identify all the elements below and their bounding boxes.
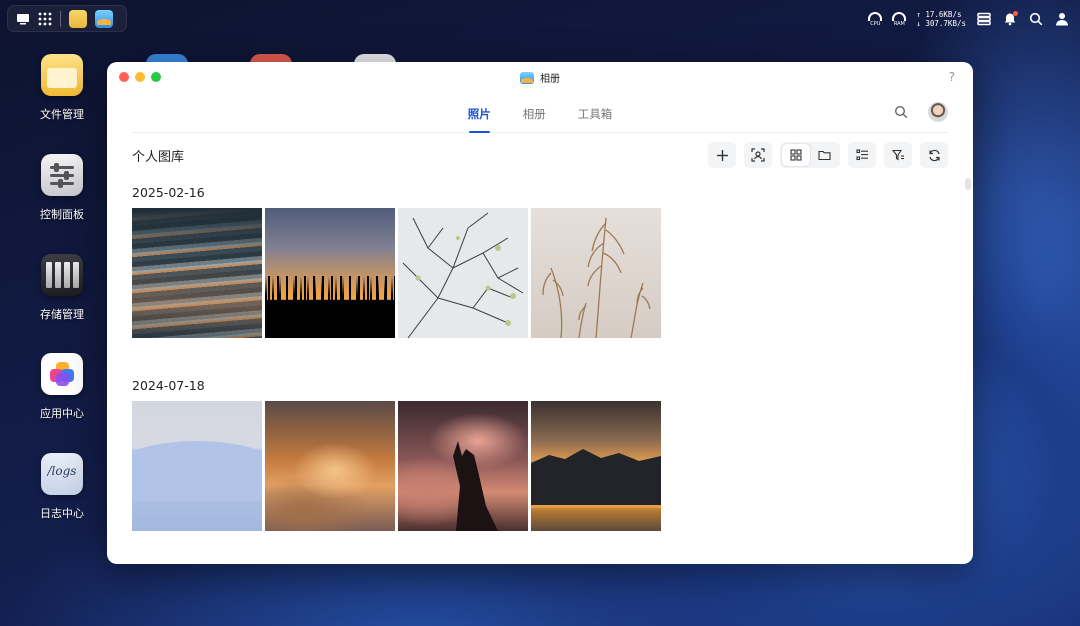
photo-row bbox=[132, 208, 661, 338]
network-speed[interactable]: ↑ 17.6KB/s ↓ 307.7KB/s bbox=[916, 10, 966, 28]
desktop-icon-control-panel[interactable]: 控制面板 bbox=[27, 154, 97, 222]
scrollbar[interactable] bbox=[965, 178, 971, 190]
desktop-icon-label: 文件管理 bbox=[40, 108, 84, 121]
desktop-icon-file-manager[interactable]: 文件管理 bbox=[27, 54, 97, 122]
photos-app-icon bbox=[520, 71, 534, 84]
app-grid-icon[interactable] bbox=[38, 12, 52, 26]
window-titlebar[interactable]: 相册 ? bbox=[107, 62, 973, 93]
date-header: 2024-07-18 bbox=[132, 378, 205, 393]
desktop-icon-log-center[interactable]: /logs 日志中心 bbox=[27, 453, 97, 521]
grid-view-icon[interactable] bbox=[782, 144, 810, 166]
taskbar-file-manager-icon[interactable] bbox=[69, 9, 87, 28]
desktop-icon-label: 控制面板 bbox=[40, 208, 84, 221]
sliders-icon bbox=[41, 154, 83, 196]
download-speed: ↓ 307.7KB/s bbox=[916, 19, 966, 28]
search-icon[interactable] bbox=[894, 105, 908, 119]
photo-thumbnail[interactable] bbox=[531, 208, 661, 338]
tab-photos[interactable]: 照片 bbox=[468, 93, 491, 133]
header-actions bbox=[894, 102, 948, 122]
refresh-icon[interactable] bbox=[920, 142, 948, 168]
list-options-icon[interactable] bbox=[848, 142, 876, 168]
folder-view-icon[interactable] bbox=[810, 144, 838, 166]
search-icon[interactable] bbox=[1028, 11, 1044, 27]
tab-toolbox[interactable]: 工具箱 bbox=[578, 93, 613, 133]
library-title: 个人图库 bbox=[132, 149, 185, 165]
notification-dot bbox=[1013, 11, 1018, 16]
tab-albums[interactable]: 相册 bbox=[523, 93, 546, 133]
logs-icon: /logs bbox=[41, 453, 83, 495]
desktop-icon-label: 日志中心 bbox=[40, 507, 84, 520]
desktop-icon-app-center[interactable]: 应用中心 bbox=[27, 353, 97, 421]
help-button[interactable]: ? bbox=[949, 70, 955, 84]
cpu-gauge-icon bbox=[868, 11, 883, 21]
tabs-bar: 照片 相册 工具箱 bbox=[132, 93, 948, 133]
ram-label: RAM bbox=[893, 20, 905, 27]
window-title-text: 相册 bbox=[540, 74, 560, 85]
view-mode-toggle bbox=[780, 142, 840, 168]
system-tray: CPU RAM ↑ 17.6KB/s ↓ 307.7KB/s bbox=[868, 8, 1070, 30]
face-recognition-button[interactable] bbox=[744, 142, 772, 168]
upload-speed: ↑ 17.6KB/s bbox=[916, 10, 962, 19]
photo-thumbnail[interactable] bbox=[398, 208, 528, 338]
notification-bell-icon[interactable] bbox=[1002, 11, 1018, 27]
ram-gauge[interactable]: RAM bbox=[892, 11, 907, 27]
photo-thumbnail[interactable] bbox=[132, 208, 262, 338]
desktop-icon[interactable] bbox=[16, 13, 30, 25]
photos-window: 相册 ? 照片 相册 工具箱 个人图库 2025-02-16 2024-07-1… bbox=[107, 62, 973, 564]
desktop-icon-storage[interactable]: 存储管理 bbox=[27, 254, 97, 322]
library-toolbar bbox=[708, 142, 948, 168]
photo-thumbnail[interactable] bbox=[398, 401, 528, 531]
library-header: 个人图库 bbox=[132, 142, 948, 168]
folder-icon bbox=[41, 54, 83, 96]
maximize-button[interactable] bbox=[151, 72, 161, 82]
photo-thumbnail[interactable] bbox=[132, 401, 262, 531]
taskbar-photos-icon[interactable] bbox=[95, 9, 113, 28]
app-center-icon bbox=[41, 353, 83, 395]
add-button[interactable] bbox=[708, 142, 736, 168]
storage-drives-icon bbox=[41, 254, 83, 296]
cpu-gauge[interactable]: CPU bbox=[868, 11, 883, 27]
logs-icon-text: /logs bbox=[47, 463, 77, 478]
window-title: 相册 bbox=[520, 70, 560, 85]
close-button[interactable] bbox=[119, 72, 129, 82]
user-icon[interactable] bbox=[1054, 11, 1070, 27]
photo-row bbox=[132, 401, 661, 531]
window-controls bbox=[119, 72, 161, 82]
ram-gauge-icon bbox=[892, 11, 907, 21]
cpu-label: CPU bbox=[870, 20, 881, 27]
minimize-button[interactable] bbox=[135, 72, 145, 82]
date-header: 2025-02-16 bbox=[132, 185, 205, 200]
desktop-icon-label: 应用中心 bbox=[40, 407, 84, 420]
filter-icon[interactable] bbox=[884, 142, 912, 168]
taskbar bbox=[7, 5, 127, 32]
taskbar-separator bbox=[60, 10, 61, 27]
photo-thumbnail[interactable] bbox=[531, 401, 661, 531]
photo-thumbnail[interactable] bbox=[265, 401, 395, 531]
task-manager-icon[interactable] bbox=[976, 11, 992, 27]
desktop-icon-label: 存储管理 bbox=[40, 308, 84, 321]
photo-thumbnail[interactable] bbox=[265, 208, 395, 338]
avatar[interactable] bbox=[928, 102, 948, 122]
